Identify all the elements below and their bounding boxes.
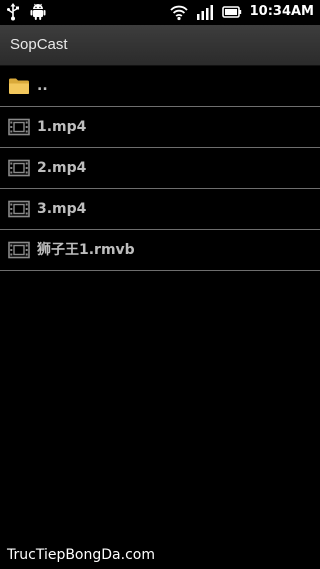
film-icon — [8, 241, 30, 259]
usb-icon — [6, 3, 20, 21]
title-bar: SopCast — [0, 25, 320, 66]
signal-icon — [196, 3, 214, 21]
status-right-icons: 10:34AM — [169, 3, 314, 21]
film-icon — [8, 159, 30, 177]
list-item-file[interactable]: 3.mp4 — [0, 189, 320, 230]
list-item-file[interactable]: 2.mp4 — [0, 148, 320, 189]
file-list: .. 1.mp4 2.mp4 3.mp4 狮子王1.rmvb — [0, 66, 320, 271]
status-time: 10:34AM — [249, 4, 314, 19]
status-left-icons — [6, 3, 46, 21]
film-icon — [8, 118, 30, 136]
list-item-parent-folder[interactable]: .. — [0, 66, 320, 107]
list-item-label: 1.mp4 — [37, 119, 87, 135]
list-item-label: 2.mp4 — [37, 160, 87, 176]
list-item-label: 3.mp4 — [37, 201, 87, 217]
folder-icon — [8, 77, 30, 95]
list-item-file[interactable]: 狮子王1.rmvb — [0, 230, 320, 271]
screen: 10:34AM SopCast .. 1.mp4 2.mp4 3.mp4 狮子王… — [0, 0, 320, 569]
app-title: SopCast — [10, 36, 68, 53]
status-bar: 10:34AM — [0, 0, 320, 25]
film-icon — [8, 200, 30, 218]
list-item-file[interactable]: 1.mp4 — [0, 107, 320, 148]
android-debug-icon — [30, 3, 46, 21]
watermark-text: TrucTiepBongDa.com — [7, 547, 155, 563]
list-item-label: .. — [37, 78, 48, 94]
battery-icon — [221, 3, 242, 21]
wifi-icon — [169, 3, 188, 21]
list-item-label: 狮子王1.rmvb — [37, 242, 135, 258]
